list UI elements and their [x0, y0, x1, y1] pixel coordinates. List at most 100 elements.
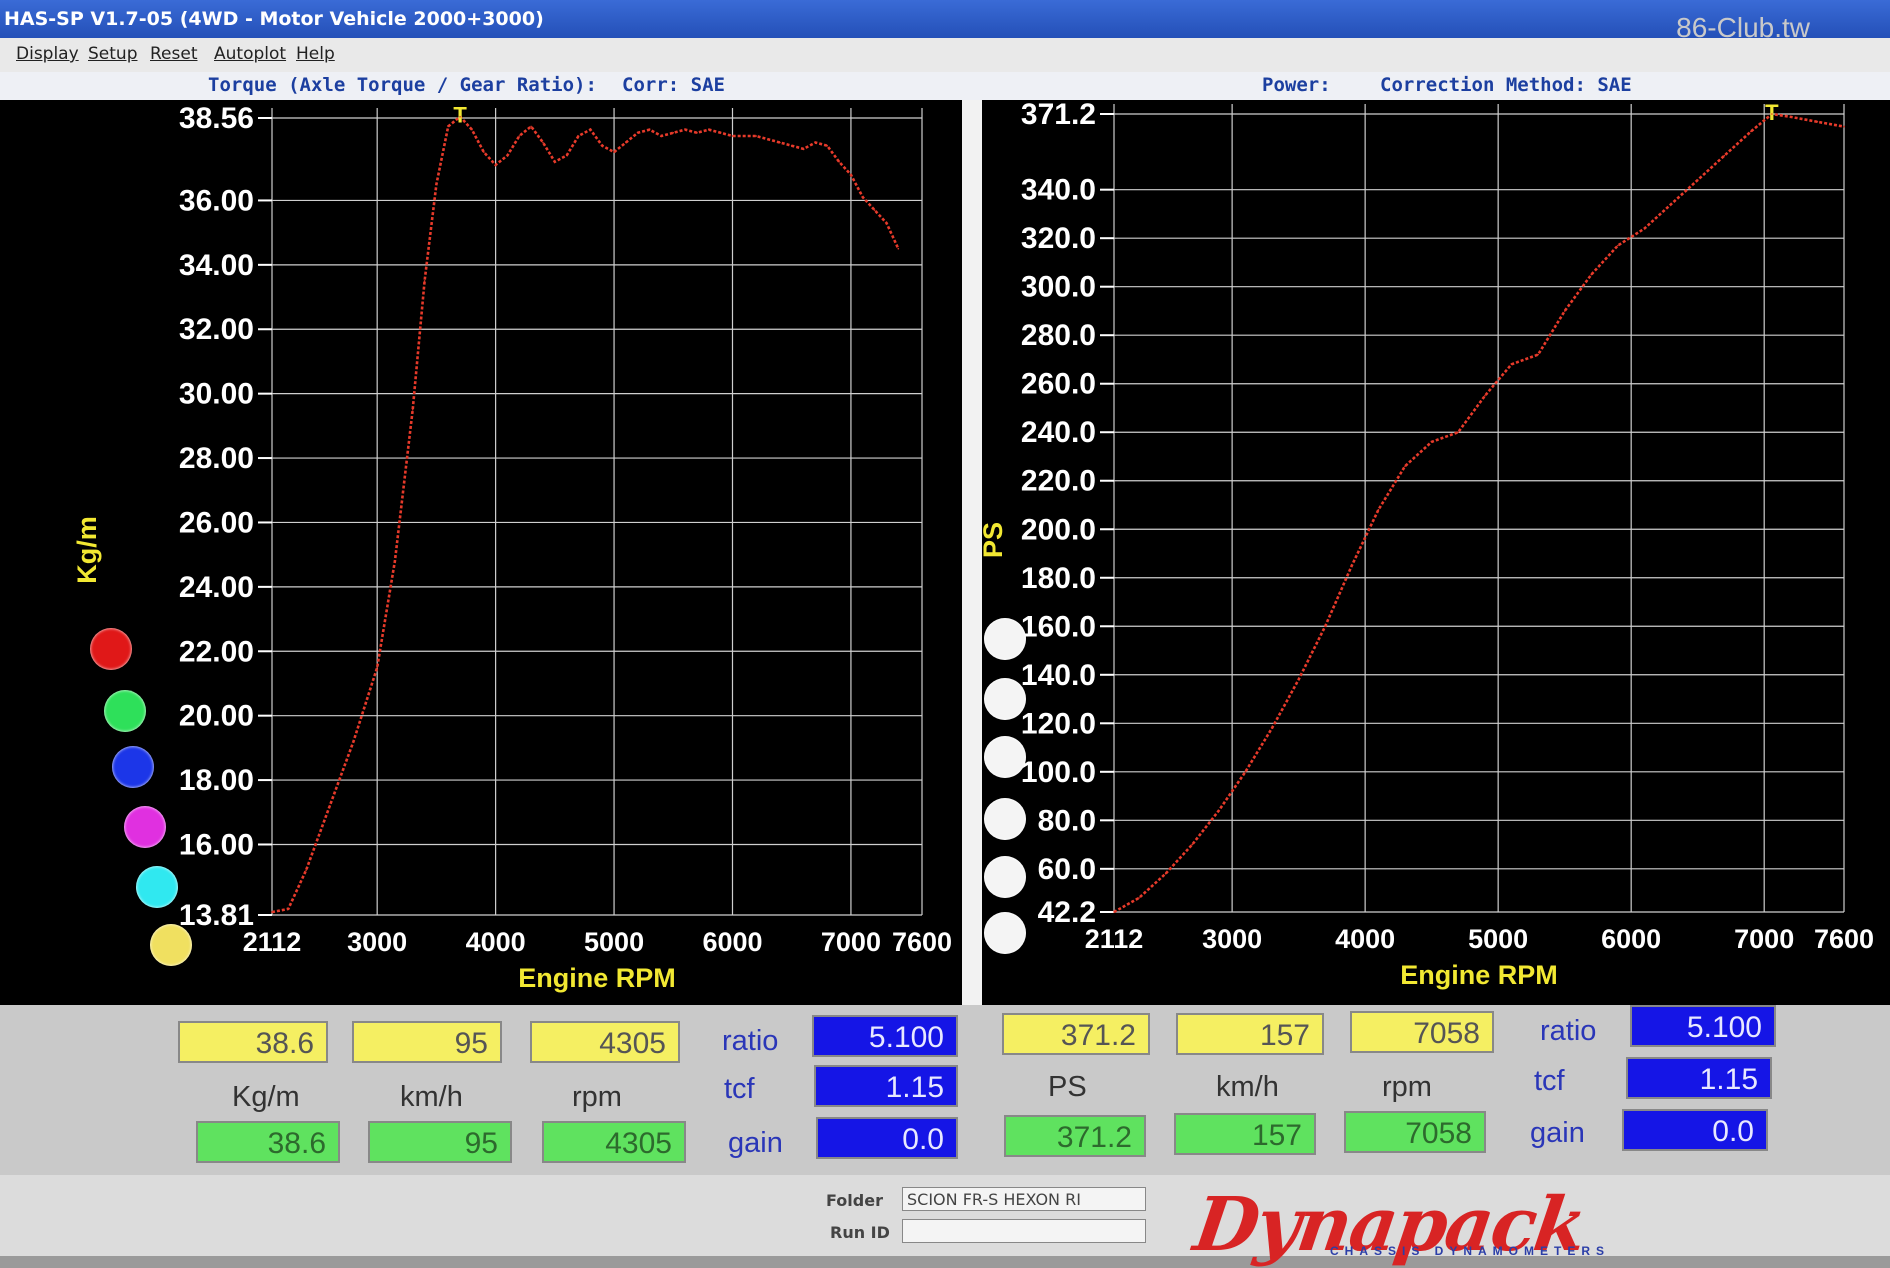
rpm-peak-readout-right: 7058	[1344, 1111, 1486, 1153]
menu-bar: Display Setup Reset Autoplot Help	[0, 38, 1890, 72]
torque-point	[826, 144, 828, 147]
menu-help[interactable]: Help	[296, 44, 335, 64]
rpm-peak-readout-left: 4305	[542, 1121, 686, 1163]
power-ytick-label: 160.0	[1021, 610, 1096, 643]
ratio-value-left[interactable]: 5.100	[812, 1015, 958, 1057]
power-point	[1351, 564, 1353, 567]
ratio-value-right[interactable]: 5.100	[1630, 1005, 1776, 1047]
power-point	[1590, 273, 1593, 276]
dyno-window: HAS-SP V1.7-05 (4WD - Motor Vehicle 2000…	[0, 0, 1890, 1268]
power-xtick-label: 7000	[1734, 924, 1794, 954]
color-swatch[interactable]	[984, 736, 1026, 778]
power-point	[1771, 113, 1773, 115]
color-swatch[interactable]	[150, 924, 192, 966]
ratio-label-right: ratio	[1540, 1015, 1597, 1047]
torque-ytick-label: 16.00	[179, 828, 254, 861]
tcf-label-left: tcf	[724, 1073, 755, 1105]
rpm-unit-label-right: rpm	[1382, 1071, 1432, 1103]
color-swatch[interactable]	[124, 806, 166, 848]
color-swatch[interactable]	[90, 628, 132, 670]
folder-label: Folder	[826, 1191, 883, 1210]
title-bar: HAS-SP V1.7-05 (4WD - Motor Vehicle 2000…	[0, 0, 1890, 38]
power-chart-svg: 2112 3000 4000 5000 6000 7000 7600371.2340.032…	[978, 98, 1874, 990]
torque-point	[625, 141, 627, 144]
power-point	[1696, 179, 1699, 181]
color-swatch[interactable]	[984, 678, 1026, 720]
color-swatch[interactable]	[136, 866, 178, 908]
speed-peak-readout-right: 157	[1174, 1113, 1316, 1155]
chart-divider	[962, 100, 982, 1005]
torque-ytick-label: 26.00	[179, 506, 254, 539]
torque-point	[790, 144, 793, 147]
runid-field[interactable]	[902, 1219, 1146, 1243]
power-readout: 371.2	[1002, 1013, 1150, 1055]
power-point	[1723, 154, 1726, 157]
gain-label-right: gain	[1530, 1117, 1585, 1149]
folder-field[interactable]: SCION FR-S HEXON RI	[902, 1187, 1146, 1211]
power-xtick-label: 3000	[1202, 924, 1262, 954]
power-point	[1324, 625, 1326, 628]
torque-point	[471, 128, 473, 131]
torque-point	[672, 132, 675, 134]
speed-readout-right: 157	[1176, 1013, 1324, 1055]
torque-point	[494, 164, 497, 166]
power-ytick-label: 180.0	[1021, 562, 1096, 595]
gain-value-right[interactable]: 0.0	[1622, 1109, 1768, 1151]
menu-display[interactable]: Display	[16, 44, 79, 64]
color-swatch[interactable]	[984, 912, 1026, 954]
torque-ytick-label: 20.00	[179, 700, 254, 733]
torque-title: Torque (Axle Torque / Gear Ratio):	[208, 74, 597, 96]
torque-point	[305, 869, 307, 871]
power-point	[1843, 125, 1845, 128]
torque-point	[435, 183, 438, 186]
power-xtick-label: 4000	[1335, 924, 1395, 954]
tcf-value-right[interactable]: 1.15	[1626, 1057, 1772, 1099]
speed-unit-label-left: km/h	[400, 1081, 463, 1113]
power-ytick-label: 240.0	[1021, 416, 1096, 449]
menu-setup[interactable]: Setup	[88, 44, 137, 64]
torque-point	[743, 135, 746, 137]
torque-point	[271, 911, 273, 913]
gain-value-left[interactable]: 0.0	[816, 1117, 958, 1159]
torque-point	[411, 409, 414, 411]
speed-readout-left: 95	[352, 1021, 502, 1063]
torque-point	[885, 222, 888, 224]
color-swatch[interactable]	[984, 798, 1026, 840]
torque-point	[684, 128, 686, 131]
power-ytick-label: 140.0	[1021, 659, 1096, 692]
tcf-label-right: tcf	[1534, 1065, 1565, 1097]
torque-peak-readout: 38.6	[196, 1121, 340, 1163]
color-swatch[interactable]	[984, 856, 1026, 898]
color-swatch[interactable]	[984, 618, 1026, 660]
power-title: Power:	[1262, 74, 1331, 96]
power-ytick-label: 80.0	[1038, 804, 1096, 837]
torque-point	[838, 161, 840, 163]
tcf-value-left[interactable]: 1.15	[814, 1065, 958, 1107]
torque-ytick-label: 24.00	[179, 571, 254, 604]
power-ytick-label: 42.2	[1038, 896, 1096, 929]
torque-ytick-label: 36.00	[179, 184, 254, 217]
torque-point	[518, 135, 521, 137]
torque-peak-marker: T	[453, 103, 467, 128]
torque-xtick-label: 3000	[347, 927, 407, 957]
power-point	[1164, 872, 1167, 875]
power-point	[1191, 843, 1193, 846]
torque-point	[648, 128, 651, 131]
power-point	[1218, 809, 1220, 812]
torque-ytick-label: 28.00	[179, 442, 254, 475]
rpm-readout-left: 4305	[530, 1021, 680, 1063]
torque-xtick-label: 7600	[892, 927, 952, 957]
gain-label-left: gain	[728, 1127, 783, 1159]
power-chart[interactable]: 2112 3000 4000 5000 6000 7000 7600 371.2 340.0 32…	[978, 98, 1890, 1005]
torque-point	[565, 154, 568, 157]
color-swatch[interactable]	[104, 690, 146, 732]
menu-reset[interactable]: Reset	[150, 44, 198, 64]
torque-point	[897, 247, 900, 250]
torque-point	[394, 560, 396, 562]
color-swatch[interactable]	[112, 746, 154, 788]
torque-point	[530, 125, 532, 128]
menu-autoplot[interactable]: Autoplot	[214, 44, 286, 64]
power-point	[1244, 771, 1247, 773]
torque-point	[873, 209, 876, 211]
torque-point	[660, 135, 663, 137]
